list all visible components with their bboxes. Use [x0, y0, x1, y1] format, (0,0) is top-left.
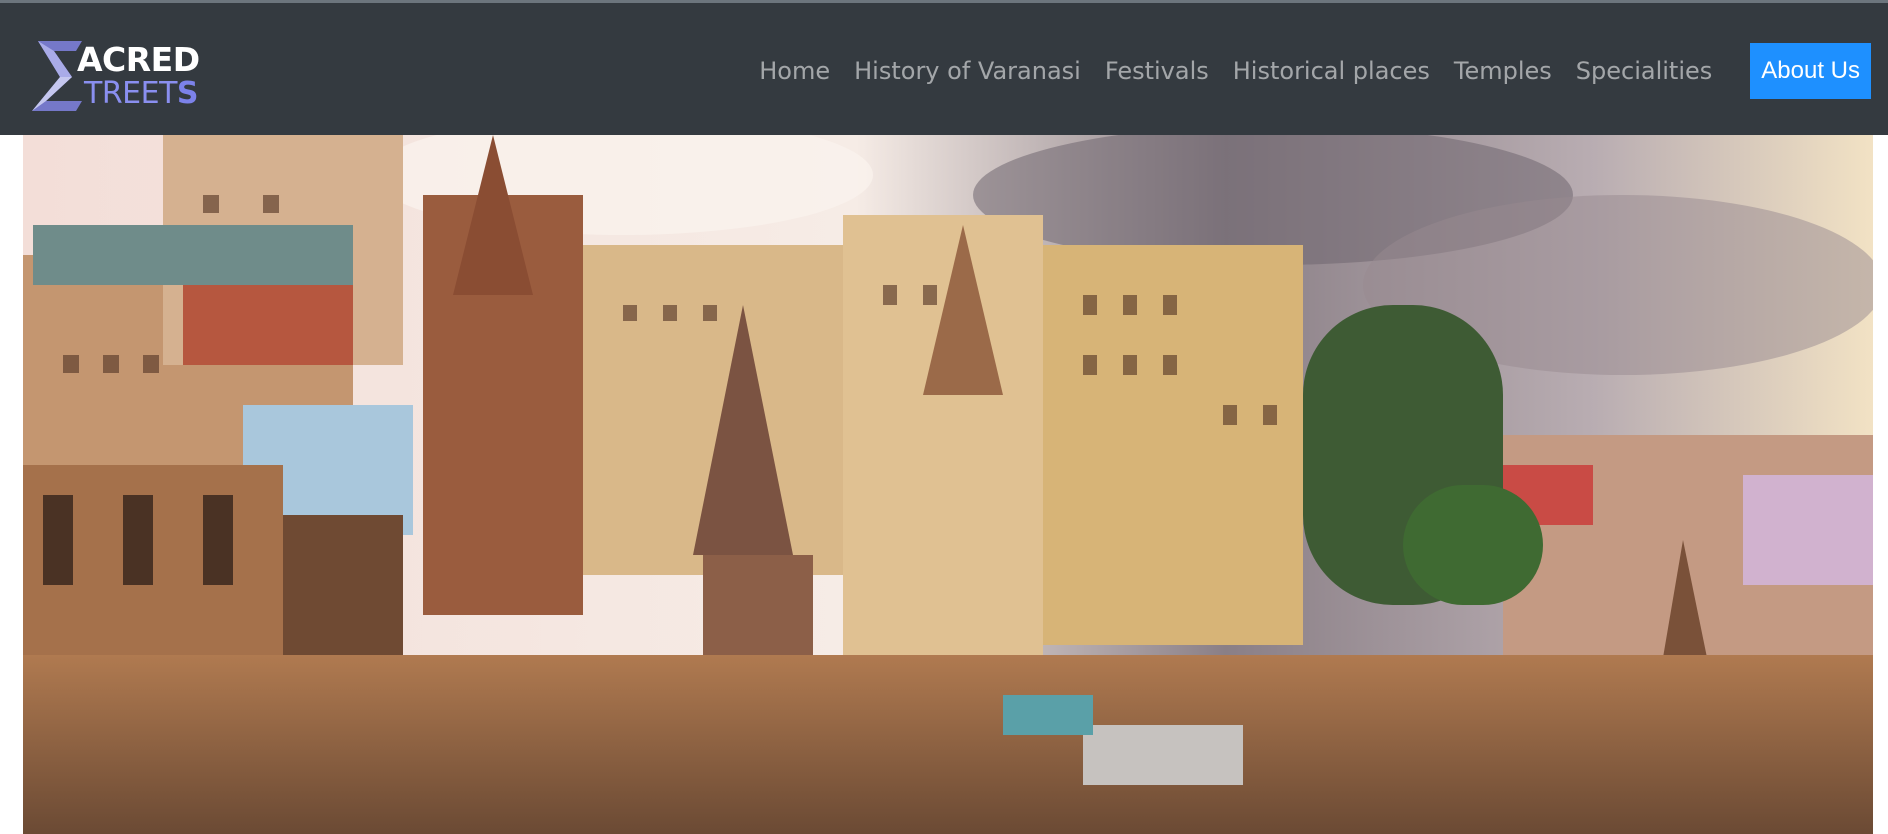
- nav-history-of-varanasi[interactable]: History of Varanasi: [842, 57, 1093, 85]
- about-us-button[interactable]: About Us: [1750, 42, 1871, 99]
- brand-logo[interactable]: ACRED TREETS: [32, 39, 202, 111]
- varanasi-ghats-hero-image: [23, 135, 1873, 834]
- nav-specialities[interactable]: Specialities: [1564, 57, 1725, 85]
- brand-text-bottom: TREETS: [84, 76, 199, 111]
- navbar: ACRED TREETS Home History of Varanasi Fe…: [0, 0, 1888, 135]
- nav-historical-places[interactable]: Historical places: [1221, 57, 1442, 85]
- hero-image: [23, 135, 1873, 834]
- nav-temples[interactable]: Temples: [1442, 57, 1564, 85]
- brand-text-top: ACRED: [77, 40, 200, 79]
- nav-home[interactable]: Home: [747, 57, 842, 85]
- nav-festivals[interactable]: Festivals: [1093, 57, 1221, 85]
- main-nav: Home History of Varanasi Festivals Histo…: [747, 3, 1888, 138]
